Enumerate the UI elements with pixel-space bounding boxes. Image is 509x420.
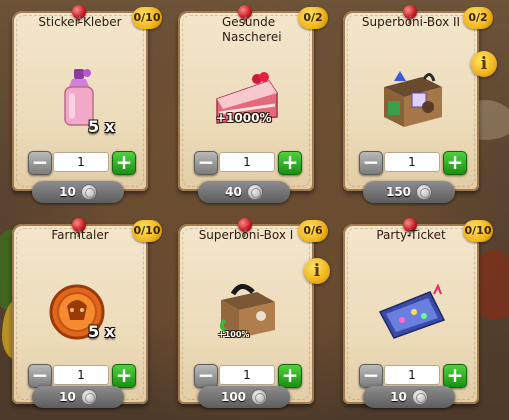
- party-ticket-icon[interactable]: [372, 276, 452, 346]
- quantity-stepper: − 1 +: [194, 151, 302, 175]
- quantity-input[interactable]: 1: [53, 152, 109, 172]
- quantity-input[interactable]: 1: [384, 365, 440, 385]
- price-value: 10: [59, 185, 76, 199]
- silver-coin-icon: [411, 389, 428, 405]
- price-value: 10: [59, 390, 76, 404]
- silver-coin-icon: [416, 184, 433, 200]
- buy-price-button[interactable]: 40: [198, 181, 290, 203]
- item-multiplier: 5 x: [88, 117, 116, 136]
- shop-card-superboni-box-i: 0/6 Superboni-Box I i +100% − 1 + 100: [172, 218, 330, 418]
- silver-coin-icon: [80, 184, 97, 200]
- quantity-stepper: − 1 +: [28, 364, 136, 388]
- bonus-box-icon[interactable]: [372, 63, 452, 133]
- buy-price-button[interactable]: 100: [198, 386, 290, 408]
- item-multiplier: 5 x: [88, 322, 116, 341]
- item-title: Superboni-Box I: [198, 228, 294, 242]
- quantity-stepper: − 1 +: [194, 364, 302, 388]
- decrease-button[interactable]: −: [194, 151, 218, 175]
- silver-coin-icon: [251, 389, 268, 405]
- decrease-button[interactable]: −: [194, 364, 218, 388]
- shop-card-superboni-box-ii: 0/2 Superboni-Box II i − 1 + 150: [337, 5, 497, 205]
- silver-coin-icon: [80, 389, 97, 405]
- quantity-stepper: − 1 +: [359, 151, 467, 175]
- item-title: Sticker-Kleber: [38, 15, 122, 29]
- item-title: Farmtaler: [51, 228, 109, 242]
- decrease-button[interactable]: −: [28, 364, 52, 388]
- quantity-input[interactable]: 1: [219, 365, 275, 385]
- price-value: 100: [220, 390, 247, 404]
- increase-button[interactable]: +: [278, 151, 302, 175]
- silver-coin-icon: [246, 184, 263, 200]
- price-value: 10: [390, 390, 407, 404]
- stock-count-badge: 0/2: [298, 7, 328, 29]
- shop-card-party-ticket: 0/10 Party-Ticket − 1 + 10: [337, 218, 493, 418]
- quantity-input[interactable]: 1: [53, 365, 109, 385]
- buy-price-button[interactable]: 150: [363, 181, 455, 203]
- price-value: 150: [385, 185, 412, 199]
- item-title: Gesunde Nascherei: [222, 15, 282, 44]
- price-value: 40: [225, 185, 242, 199]
- item-bonus: +1000%: [216, 111, 272, 125]
- buy-price-button[interactable]: 10: [363, 386, 455, 408]
- info-icon[interactable]: i: [304, 258, 330, 284]
- increase-button[interactable]: +: [443, 151, 467, 175]
- decrease-button[interactable]: −: [28, 151, 52, 175]
- item-title: Party-Ticket: [376, 228, 446, 242]
- increase-button[interactable]: +: [112, 364, 136, 388]
- decrease-button[interactable]: −: [359, 364, 383, 388]
- shop-card-sticker-kleber: 0/10 Sticker-Kleber 5 x − 1 + 10: [6, 5, 162, 205]
- quantity-stepper: − 1 +: [359, 364, 467, 388]
- item-bonus: +100%: [218, 330, 250, 339]
- shop-card-farmtaler: 0/10 Farmtaler 5 x − 1 + 10: [6, 218, 162, 418]
- buy-price-button[interactable]: 10: [32, 181, 124, 203]
- shop-card-gesunde-nascherei: 0/2 Gesunde Nascherei +1000% − 1 + 40: [172, 5, 328, 205]
- item-title: Superboni-Box II: [361, 15, 461, 29]
- increase-button[interactable]: +: [112, 151, 136, 175]
- increase-button[interactable]: +: [278, 364, 302, 388]
- decrease-button[interactable]: −: [359, 151, 383, 175]
- buy-price-button[interactable]: 10: [32, 386, 124, 408]
- quantity-stepper: − 1 +: [28, 151, 136, 175]
- increase-button[interactable]: +: [443, 364, 467, 388]
- quantity-input[interactable]: 1: [384, 152, 440, 172]
- info-icon[interactable]: i: [471, 51, 497, 77]
- quantity-input[interactable]: 1: [219, 152, 275, 172]
